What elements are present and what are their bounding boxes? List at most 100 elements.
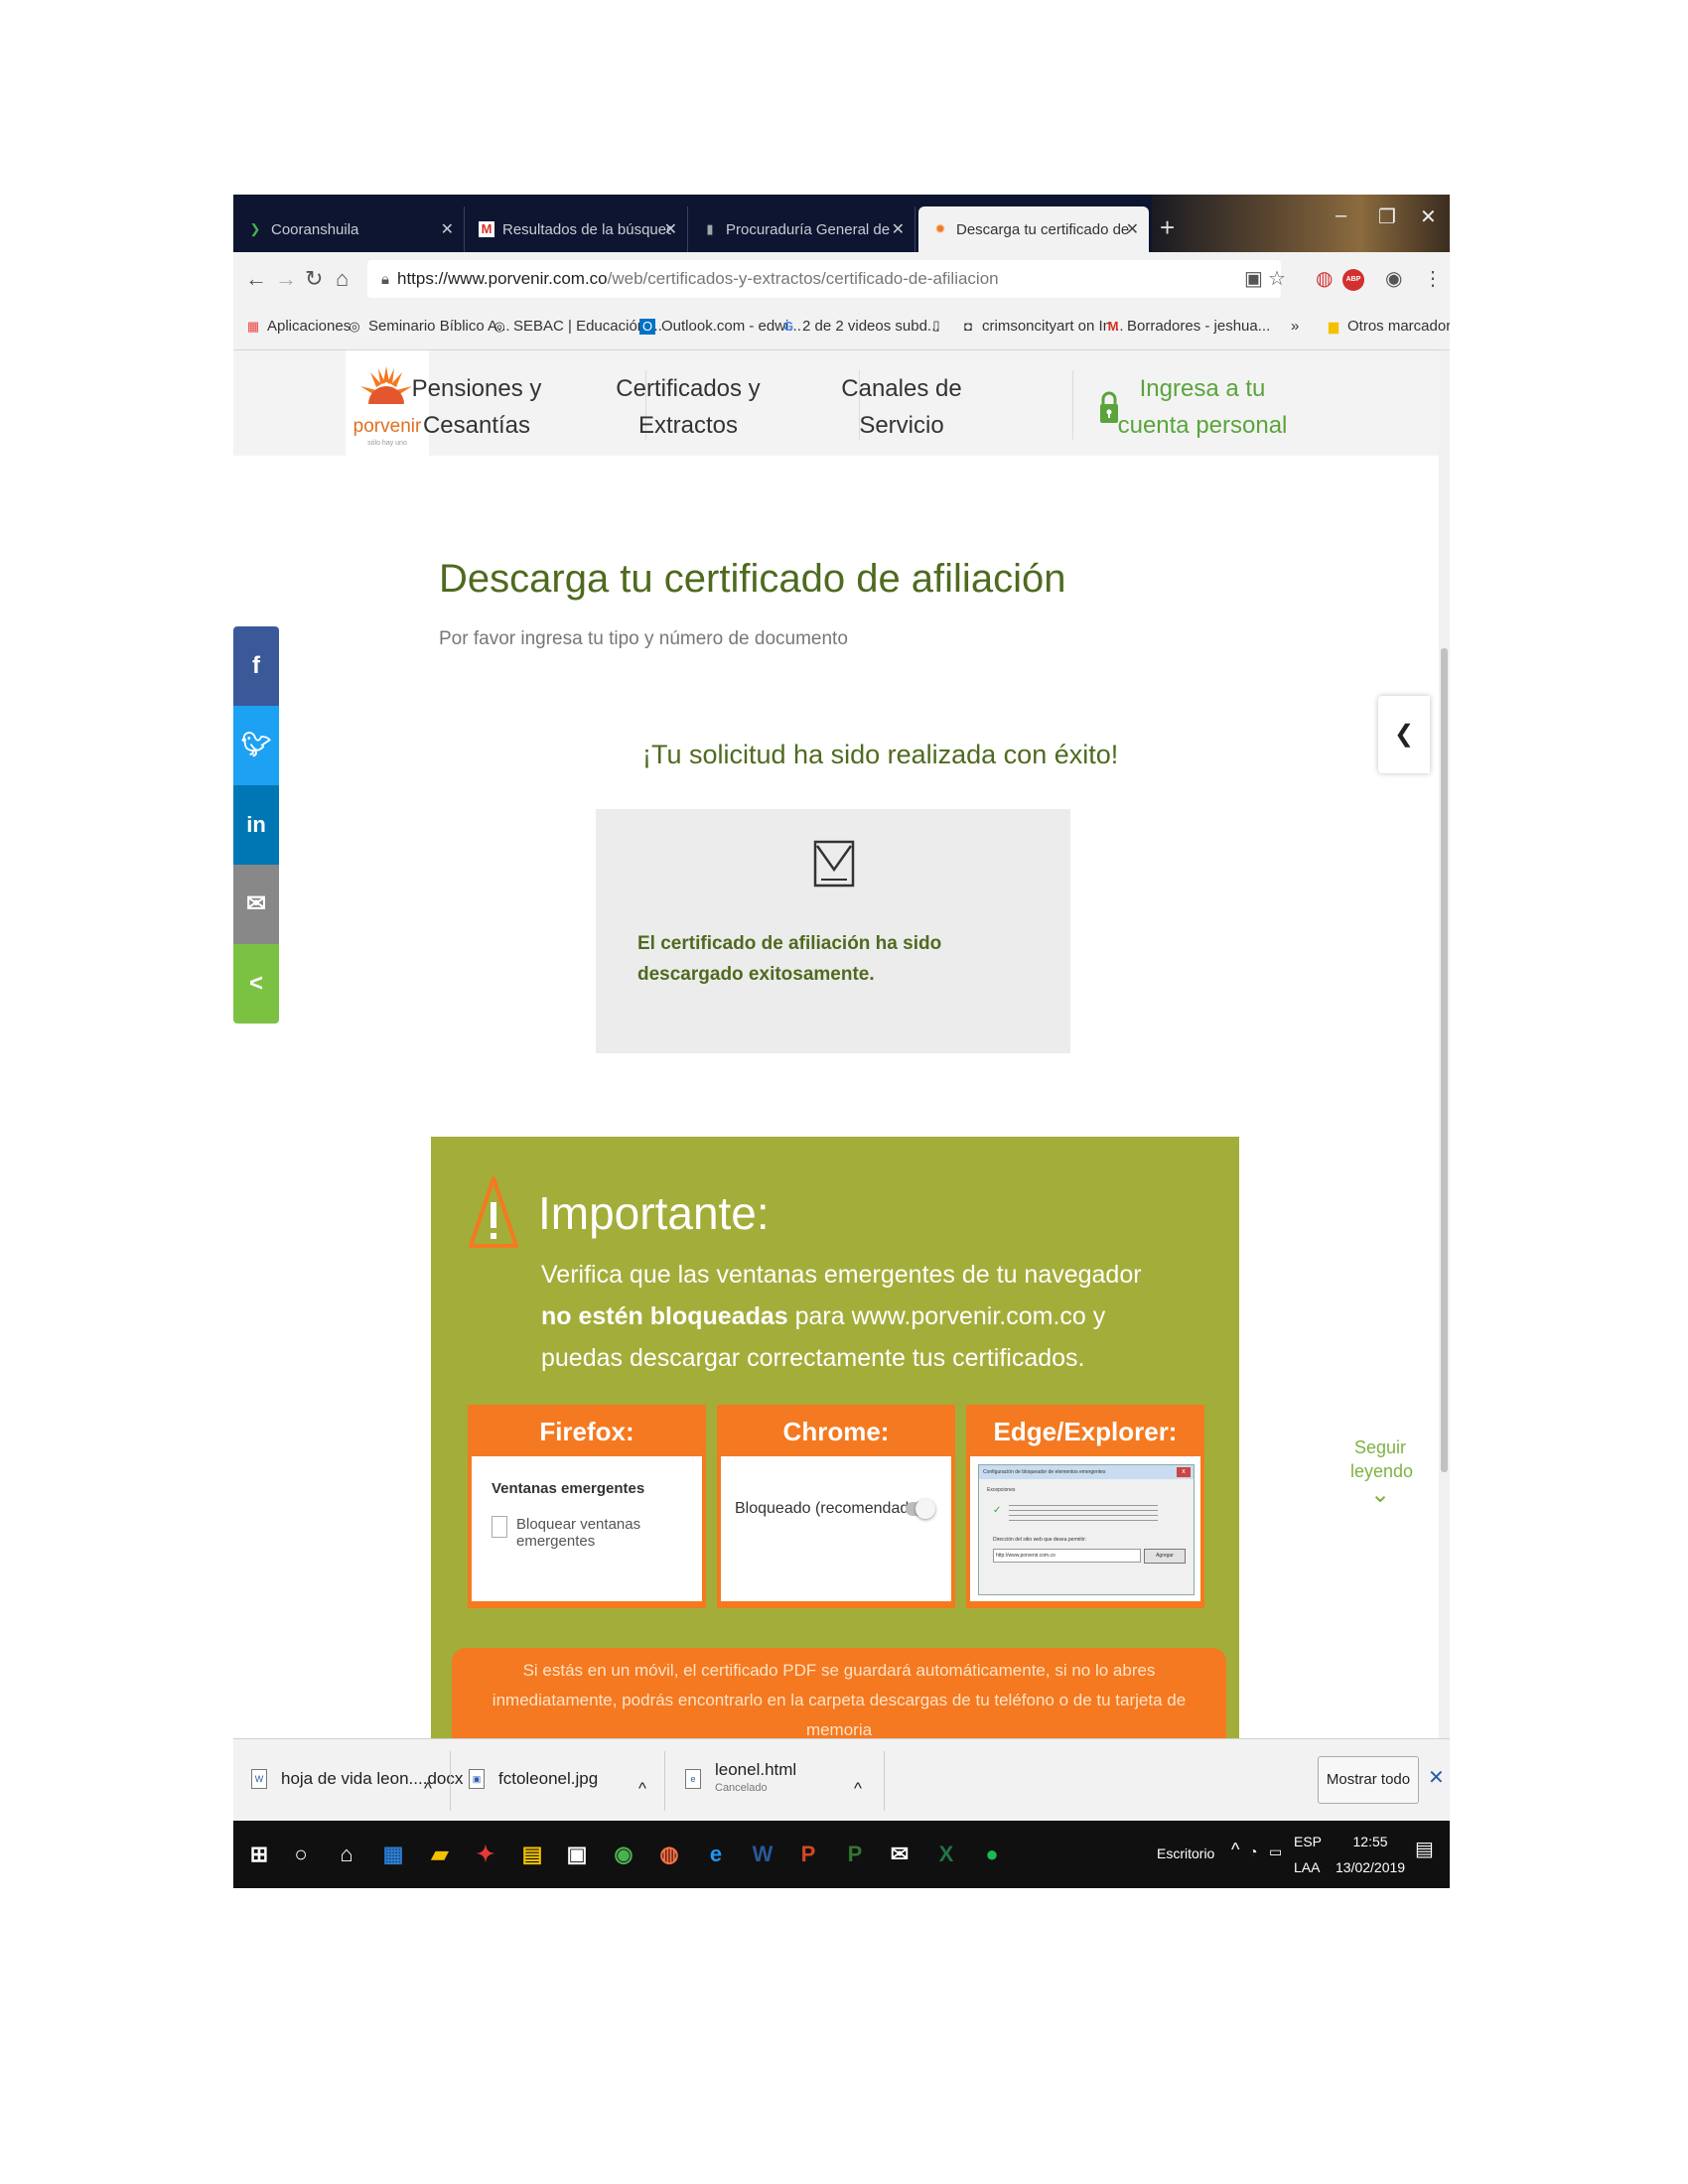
edge-icon[interactable]: e: [700, 1839, 732, 1870]
facebook-share-button[interactable]: f: [233, 626, 279, 706]
windows-start-icon[interactable]: ⊞: [243, 1839, 275, 1870]
desktop-toolbar-label[interactable]: Escritorio: [1157, 1844, 1214, 1862]
bookmark-apps[interactable]: ▦ Aplicaciones: [245, 318, 351, 335]
close-tab-icon[interactable]: ✕: [664, 219, 677, 239]
gmail-icon: M: [479, 221, 494, 237]
bookmark-sebac[interactable]: ◎ SEBAC | Educación ...: [492, 318, 661, 335]
show-hidden-icons[interactable]: ^: [1231, 1841, 1239, 1858]
tab-search-results[interactable]: M Resultados de la búsqueda - sau ✕: [465, 206, 688, 252]
share-button[interactable]: <: [233, 944, 279, 1024]
wifi-icon[interactable]: ◔: [1249, 1843, 1257, 1860]
firefox-card: Firefox: Ventanas emergentes Bloquear ve…: [468, 1405, 706, 1608]
back-icon[interactable]: ←: [245, 266, 267, 292]
page-scrollbar[interactable]: [1439, 350, 1450, 1738]
sticky-notes-icon[interactable]: ▰: [424, 1839, 456, 1870]
download-filename: fctoleonel.jpg: [498, 1769, 599, 1788]
seguir-leyendo-link[interactable]: Seguir leyendo ⌄: [1340, 1435, 1420, 1507]
tab-title: Procuraduría General de la Nació: [726, 220, 895, 238]
app-icon[interactable]: ▦: [377, 1839, 409, 1870]
minimize-icon[interactable]: –: [1336, 205, 1346, 227]
bookmark-blank-page[interactable]: ▯: [928, 318, 950, 334]
project-icon[interactable]: P: [839, 1839, 871, 1870]
instagram-icon: ◘: [964, 318, 972, 334]
reload-icon[interactable]: ↻: [305, 266, 323, 292]
globe-icon: ◎: [493, 318, 505, 334]
chevron-up-icon[interactable]: ^: [638, 1769, 646, 1809]
store-icon[interactable]: ▣: [561, 1839, 593, 1870]
profile-avatar[interactable]: ◉: [1385, 266, 1402, 291]
notification-center-icon[interactable]: ▤: [1415, 1840, 1434, 1859]
bookmark-seminario[interactable]: ◎ Seminario Bíblico A...: [347, 318, 509, 335]
file-explorer-icon[interactable]: ▤: [516, 1839, 548, 1870]
tab-procuraduria[interactable]: ▮ Procuraduría General de la Nació ✕: [688, 206, 915, 252]
popup-toggle[interactable]: [906, 1499, 935, 1519]
google-icon: G: [782, 318, 794, 334]
chrome-icon[interactable]: ◉: [608, 1839, 639, 1870]
tab-porvenir[interactable]: ✹ Descarga tu certificado de afiliac ✕: [918, 206, 1149, 252]
home-icon[interactable]: ⌂: [336, 266, 349, 292]
clock[interactable]: 12:55 13/02/2019: [1336, 1833, 1405, 1876]
nav-canales[interactable]: Canales de Servicio: [797, 370, 1006, 440]
folder-icon: ▆: [1329, 318, 1338, 334]
bookmarks-overflow-button[interactable]: »: [1291, 318, 1299, 335]
download-item[interactable]: e leonel.html Cancelado: [685, 1759, 796, 1799]
battery-icon[interactable]: ▭: [1269, 1843, 1282, 1860]
download-status: Cancelado: [715, 1782, 768, 1794]
address-bar[interactable]: 🔒︎ https://www.porvenir.com.co/web/certi…: [367, 260, 1281, 298]
scrollbar-thumb[interactable]: [1441, 648, 1448, 1472]
twitter-share-button[interactable]: 🐦︎: [233, 706, 279, 785]
chevron-up-icon[interactable]: ^: [854, 1769, 862, 1809]
download-item[interactable]: ▣ fctoleonel.jpg: [469, 1759, 598, 1799]
menu-icon[interactable]: ⋮: [1423, 266, 1443, 291]
nav-ingresa-cuenta[interactable]: Ingresa a tu cuenta personal: [1103, 370, 1302, 440]
dialog-close-icon: x: [1177, 1467, 1191, 1477]
page-content: porvenir sólo hay uno Pensiones y Cesantí…: [233, 350, 1439, 1738]
home-icon[interactable]: ⌂: [331, 1839, 362, 1870]
tab-cooranshuila[interactable]: ❯ Cooranshuila ✕: [233, 206, 465, 252]
restore-icon[interactable]: ❐: [1378, 205, 1396, 229]
extension-icon[interactable]: ◍: [1316, 266, 1333, 291]
close-tab-icon[interactable]: ✕: [892, 219, 905, 239]
cortana-icon[interactable]: ○: [285, 1839, 317, 1870]
forward-icon[interactable]: →: [275, 266, 297, 292]
show-all-downloads-button[interactable]: Mostrar todo: [1318, 1756, 1419, 1804]
important-title: Importante:: [538, 1187, 770, 1239]
excel-icon[interactable]: X: [930, 1839, 962, 1870]
nav-pensiones[interactable]: Pensiones y Cesantías: [372, 370, 581, 440]
cast-icon[interactable]: ▣: [1244, 266, 1263, 291]
game-icon[interactable]: ✦: [470, 1839, 501, 1870]
bookmark-outlook[interactable]: O Outlook.com - edwi...: [639, 318, 801, 335]
close-window-icon[interactable]: ✕: [1420, 205, 1437, 229]
dialog-section: Excepciones: [987, 1487, 1016, 1493]
globe-icon: ◎: [349, 318, 360, 334]
block-popups-checkbox[interactable]: [492, 1516, 507, 1538]
new-tab-button[interactable]: +: [1160, 212, 1175, 243]
tab-title: Resultados de la búsqueda - sau: [502, 220, 671, 238]
close-tab-icon[interactable]: ✕: [1126, 219, 1139, 239]
explorer-dialog-screenshot: Configuración de bloqueador de elementos…: [970, 1456, 1200, 1601]
word-icon[interactable]: W: [747, 1839, 778, 1870]
page-subtitle: Por favor ingresa tu tipo y número de do…: [439, 628, 848, 649]
word-doc-icon: W: [251, 1769, 267, 1789]
spotify-icon[interactable]: ●: [976, 1839, 1008, 1870]
bookmark-instagram[interactable]: ◘ crimsoncityart on In...: [960, 318, 1123, 335]
email-share-button[interactable]: ✉: [233, 865, 279, 944]
close-tab-icon[interactable]: ✕: [441, 219, 454, 239]
dialog-address-input: http://www.porvenir.com.co: [993, 1549, 1141, 1563]
chevron-up-icon[interactable]: ^: [424, 1769, 432, 1809]
mail-icon[interactable]: ✉: [884, 1839, 915, 1870]
linkedin-share-button[interactable]: in: [233, 785, 279, 865]
bookmark-gmail-drafts[interactable]: M Borradores - jeshua...: [1105, 318, 1271, 335]
download-filename: hoja de vida leon....docx: [281, 1769, 464, 1788]
nav-certificados[interactable]: Certificados y Extractos: [584, 370, 792, 440]
side-panel-toggle[interactable]: ❮: [1378, 696, 1430, 773]
powerpoint-icon[interactable]: P: [792, 1839, 824, 1870]
close-downloads-bar-icon[interactable]: ✕: [1428, 1765, 1445, 1790]
bookmark-google[interactable]: G2 de 2 videos subd...: [780, 318, 940, 335]
firefox-icon[interactable]: ◍: [653, 1839, 685, 1870]
language-indicator[interactable]: ESP LAA: [1294, 1833, 1322, 1876]
other-bookmarks[interactable]: ▆Otros marcadores: [1326, 318, 1450, 335]
bookmark-star-icon[interactable]: ☆: [1268, 266, 1286, 291]
adblock-plus-icon[interactable]: ABP: [1342, 269, 1364, 291]
clock-date: 13/02/2019: [1336, 1859, 1406, 1875]
